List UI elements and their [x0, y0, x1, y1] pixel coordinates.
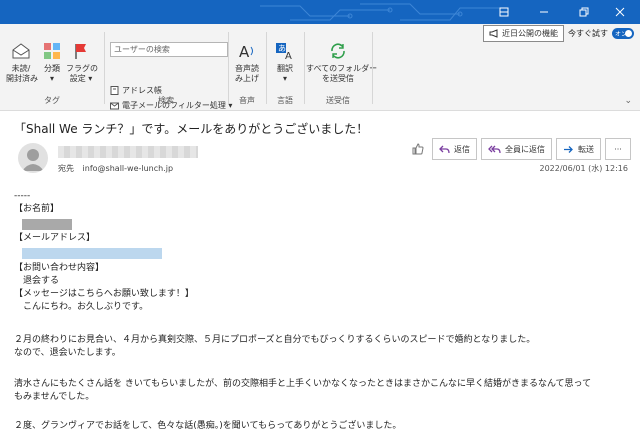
body-line: 【お問い合わせ内容】	[14, 263, 105, 273]
reply-all-label: 全員に返信	[505, 144, 545, 154]
address-book-button[interactable]: アドレス帳	[110, 85, 162, 96]
categorize-label: 分類 ▾	[44, 64, 60, 83]
reply-all-icon	[488, 145, 501, 153]
maximize-icon[interactable]	[564, 0, 604, 24]
send-receive-all-button[interactable]: すべてのフォルダー を送受信	[306, 42, 377, 84]
language-group-label: 言語	[277, 96, 293, 105]
read-aloud-icon: A	[239, 43, 253, 60]
speech-group: A 音声読 み上げ 音声	[230, 28, 264, 108]
category-grid-icon	[44, 43, 60, 59]
title-bar	[0, 0, 640, 24]
coming-soon-button[interactable]: 近日公開の機能	[483, 25, 564, 42]
envelope-icon	[12, 43, 30, 59]
collapse-ribbon-icon[interactable]: ⌄	[624, 96, 632, 106]
categorize-button[interactable]: 分類 ▾	[40, 42, 64, 84]
read-aloud-label: 音声読 み上げ	[235, 64, 259, 83]
divider	[104, 32, 105, 104]
send-receive-group: すべてのフォルダー を送受信 送受信	[306, 28, 377, 108]
sender-avatar	[18, 143, 48, 173]
minimize-icon[interactable]	[524, 0, 564, 24]
circuit-pattern-decoration	[260, 3, 500, 21]
send-receive-group-label: 送受信	[326, 96, 350, 105]
coming-soon-label: 近日公開の機能	[502, 29, 558, 38]
speech-group-label: 音声	[239, 96, 255, 105]
body-line: ２度、グランヴィアでお話をして、色々な話(愚痴。)を聞いてもらってありがとうござ…	[14, 421, 402, 431]
toggle-text: オン	[615, 31, 628, 38]
svg-text:A: A	[239, 43, 250, 60]
people-search-input[interactable]: ユーザーの検索	[110, 42, 228, 57]
divider	[266, 32, 267, 104]
filter-email-button[interactable]: 電子メールのフィルター処理 ▾	[110, 100, 232, 111]
megaphone-icon	[489, 29, 498, 38]
name-redacted	[22, 219, 72, 230]
address-book-label: アドレス帳	[122, 86, 162, 95]
message-actions: 返信 全員に返信 転送 ···	[408, 138, 631, 160]
flag-button[interactable]: フラグの 設定 ▾	[66, 42, 98, 84]
message-date: 2022/06/01 (水) 12:16	[539, 164, 629, 173]
body-line: ２月の終わりにお見合い、４月から真剣交際、５月にプロポーズと自分でもびっくりする…	[14, 335, 536, 345]
coming-soon-bar: 近日公開の機能 今すぐ試す オン	[483, 25, 634, 42]
tags-group: 未読/ 開封済み 分類 ▾ フラグの 設定 ▾ タグ	[4, 28, 100, 108]
more-actions-icon: ···	[614, 144, 622, 154]
recipient-line: 宛先 info@shall-we-lunch.jp	[58, 163, 173, 174]
body-line: 退会する	[14, 276, 60, 286]
recipient-address[interactable]: info@shall-we-lunch.jp	[83, 164, 174, 173]
more-actions-button[interactable]: ···	[605, 138, 631, 160]
translate-icon: あA	[276, 43, 292, 60]
body-line: 【お名前】	[14, 204, 60, 214]
reply-icon	[439, 145, 450, 153]
close-icon[interactable]	[600, 0, 640, 24]
forward-icon	[564, 145, 573, 153]
divider	[228, 32, 229, 104]
message-subject: 「Shall We ランチ？」です。メールをありがとうございました！	[14, 122, 369, 136]
try-now-label: 今すぐ試す	[568, 29, 608, 38]
address-book-icon	[110, 86, 119, 95]
try-now-toggle[interactable]: オン	[612, 28, 634, 39]
read-aloud-button[interactable]: A 音声読 み上げ	[232, 42, 262, 84]
email-redacted	[22, 248, 162, 259]
svg-text:A: A	[285, 51, 292, 60]
divider	[304, 32, 305, 104]
like-icon[interactable]	[408, 139, 428, 159]
translate-label: 翻訳 ▾	[277, 64, 293, 83]
sync-icon	[331, 43, 345, 59]
forward-button[interactable]: 転送	[556, 138, 601, 160]
body-line: 【メールアドレス】	[14, 233, 96, 243]
unread-button[interactable]: 未読/ 開封済み	[6, 42, 38, 84]
body-line: なので、退会いたします。	[14, 348, 121, 358]
flag-icon	[75, 44, 86, 59]
translate-button[interactable]: あA 翻訳 ▾	[272, 42, 298, 84]
sender-name-redacted	[58, 146, 198, 158]
language-group: あA 翻訳 ▾ 言語	[268, 28, 302, 108]
unread-label: 未読/ 開封済み	[6, 64, 38, 83]
divider	[372, 32, 373, 104]
body-line: 【メッセージはこちらへお願い致します！】	[14, 289, 194, 299]
body-line: 清水さんにもたくさん話を きいてもらいましたが、前の交際相手と上手くいかなくなっ…	[14, 379, 592, 389]
body-line: -----	[14, 191, 31, 201]
to-label: 宛先	[58, 164, 74, 173]
search-group: 検索	[106, 28, 226, 108]
body-line: こんにちわ。お久しぶりです。	[14, 302, 149, 312]
filter-email-icon	[110, 102, 119, 110]
tags-group-label: タグ	[44, 96, 60, 105]
reply-all-button[interactable]: 全員に返信	[481, 138, 552, 160]
flag-label: フラグの 設定 ▾	[66, 64, 98, 83]
forward-label: 転送	[578, 144, 594, 154]
reply-button[interactable]: 返信	[432, 138, 477, 160]
restore-icon[interactable]	[484, 0, 524, 24]
body-line: もみませんでした。	[14, 392, 95, 402]
filter-email-label: 電子メールのフィルター処理 ▾	[122, 101, 233, 110]
send-receive-all-label: すべてのフォルダー を送受信	[306, 64, 378, 83]
reply-label: 返信	[454, 144, 470, 154]
